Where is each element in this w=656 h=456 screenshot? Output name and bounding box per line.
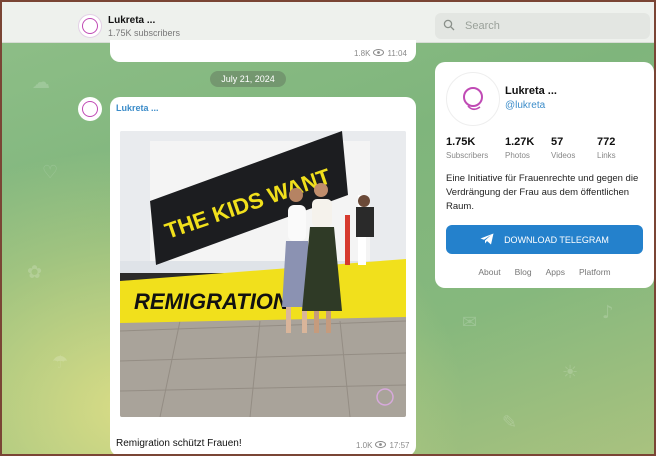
search-input[interactable]	[463, 19, 637, 33]
download-label: DOWNLOAD TELEGRAM	[504, 234, 609, 245]
card-channel-handle[interactable]: @lukreta	[505, 100, 545, 111]
eye-icon	[373, 49, 385, 58]
stat-value: 1.27K	[505, 136, 535, 148]
view-count: 1.8K	[354, 49, 371, 58]
message-time: 11:04	[387, 49, 407, 58]
chat-header: Lukreta ... 1.75K subscribers	[2, 2, 654, 43]
stat-value: 772	[597, 136, 616, 148]
wallpaper-doodle-icon: ☁	[32, 72, 50, 93]
link-blog[interactable]: Blog	[515, 267, 532, 277]
stat-value: 57	[551, 136, 564, 148]
date-separator: July 21, 2024	[210, 71, 286, 87]
channel-info-card: Lukreta ... @lukreta 1.75K Subscribers 1…	[435, 62, 654, 288]
photo-illustration: THE KIDS WANT REMIGRATION	[120, 131, 406, 417]
stat-label: Subscribers	[446, 151, 489, 160]
previous-message-bubble: 1.8K 11:04	[110, 40, 416, 62]
search-box[interactable]	[435, 13, 650, 39]
wallpaper-doodle-icon: ✉	[462, 312, 478, 333]
stat-value: 1.75K	[446, 136, 476, 148]
link-apps[interactable]: Apps	[546, 267, 565, 277]
telegram-web-view: ☁ ♡ ✿ ☂ ✉ ☀ ♪ ✎ Lukreta ... 1.75K subscr…	[0, 0, 656, 456]
banner-bottom-text: REMIGRATION	[134, 289, 290, 314]
stat-label: Photos	[505, 151, 530, 160]
telegram-plane-icon	[480, 233, 494, 247]
link-about[interactable]: About	[478, 267, 500, 277]
post-author[interactable]: Lukreta ...	[116, 103, 159, 113]
post-author-avatar[interactable]	[78, 97, 102, 121]
wallpaper-doodle-icon: ☀	[562, 362, 579, 383]
wallpaper-doodle-icon: ✎	[502, 412, 518, 433]
channel-post: Lukreta ... THE KIDS WANT REMIGRATION Re…	[110, 97, 416, 454]
stat-videos: 57 Videos	[551, 136, 575, 160]
channel-avatar-large	[446, 72, 500, 126]
link-platform[interactable]: Platform	[579, 267, 611, 277]
message-meta: 1.8K 11:04	[354, 49, 407, 58]
wallpaper-doodle-icon: ♡	[42, 162, 59, 183]
stat-links: 772 Links	[597, 136, 616, 160]
message-time: 17:57	[389, 441, 410, 450]
card-channel-name: Lukreta ...	[505, 85, 557, 97]
footer-links: About Blog Apps Platform	[435, 267, 654, 277]
view-count: 1.0K	[356, 441, 373, 450]
eye-icon	[375, 441, 387, 450]
subscriber-count: 1.75K subscribers	[108, 28, 181, 38]
post-caption: Remigration schützt Frauen!	[116, 438, 242, 449]
stat-label: Links	[597, 151, 616, 160]
post-photo[interactable]: THE KIDS WANT REMIGRATION	[120, 131, 406, 417]
logo-icon	[82, 101, 98, 117]
logo-icon	[463, 87, 483, 111]
search-icon	[443, 19, 463, 34]
wallpaper-doodle-icon: ☂	[52, 352, 69, 373]
channel-description: Eine Initiative für Frauenrechte und geg…	[446, 173, 639, 212]
channel-avatar[interactable]	[78, 14, 102, 38]
logo-icon	[82, 18, 98, 34]
stat-subscribers: 1.75K Subscribers	[446, 136, 488, 160]
message-meta: 1.0K 17:57	[356, 441, 410, 450]
wallpaper-doodle-icon: ✿	[27, 262, 43, 283]
channel-title[interactable]: Lukreta ...	[108, 15, 155, 26]
download-telegram-button[interactable]: DOWNLOAD TELEGRAM	[446, 225, 643, 254]
wallpaper-doodle-icon: ♪	[602, 302, 614, 323]
stat-label: Videos	[551, 151, 576, 160]
stat-photos: 1.27K Photos	[505, 136, 534, 160]
